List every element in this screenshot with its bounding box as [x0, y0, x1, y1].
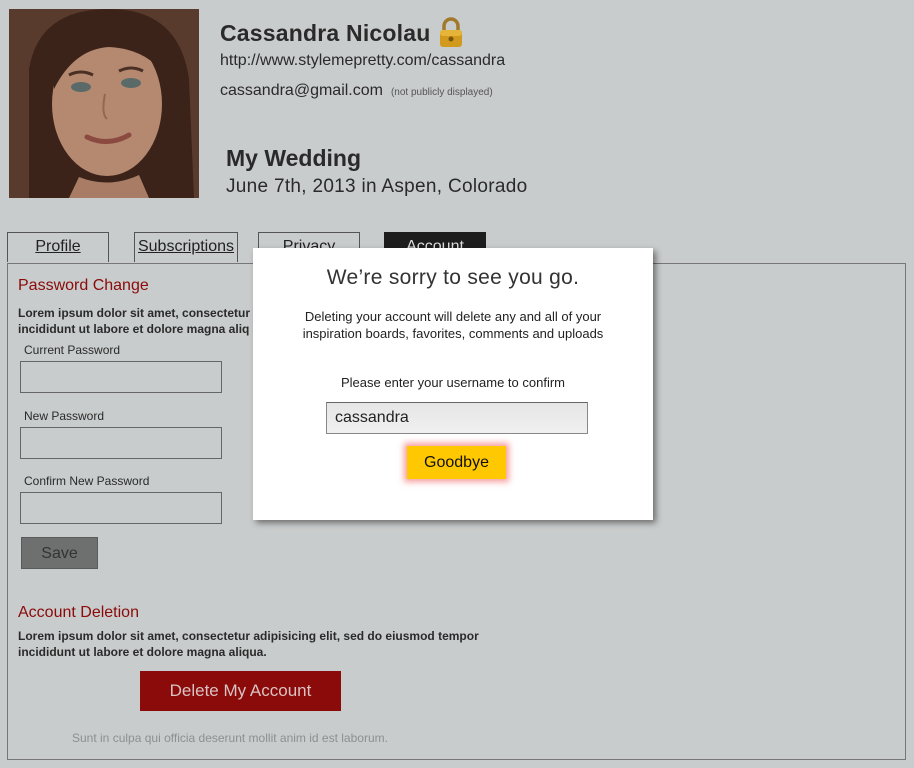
profile-email-row: cassandra@gmail.com (not publicly displa…	[220, 82, 493, 100]
tab-profile[interactable]: Profile	[7, 232, 109, 262]
tab-subscriptions[interactable]: Subscriptions	[134, 232, 238, 262]
current-password-label: Current Password	[24, 343, 121, 357]
goodbye-button[interactable]: Goodbye	[407, 446, 506, 479]
profile-url: http://www.stylemepretty.com/cassandra	[220, 52, 506, 69]
confirm-password-label: Confirm New Password	[24, 474, 150, 488]
confirm-password-field[interactable]	[20, 492, 222, 524]
new-password-label: New Password	[24, 409, 105, 423]
account-deletion-title: Account Deletion	[18, 604, 139, 621]
password-change-title: Password Change	[18, 277, 149, 294]
profile-name: Cassandra Nicolau	[220, 19, 431, 46]
tab-subscriptions-label: Subscriptions	[137, 238, 235, 255]
wedding-date: June 7th, 2013 in Aspen, Colorado	[226, 176, 528, 197]
password-change-desc-line1: Lorem ipsum dolor sit amet, consectetur …	[18, 306, 261, 320]
tab-profile-label: Profile	[35, 238, 81, 255]
delete-account-button[interactable]: Delete My Account	[140, 671, 341, 711]
modal-body-line2: inspiration boards, favorites, comments …	[302, 326, 604, 341]
wedding-title: My Wedding	[226, 145, 362, 171]
new-password-field[interactable]	[20, 427, 222, 459]
profile-photo	[9, 9, 199, 198]
modal-body: Deleting your account will delete any an…	[273, 308, 633, 342]
modal-prompt: Please enter your username to confirm	[341, 375, 565, 390]
username-confirm-input[interactable]: cassandra	[326, 402, 588, 434]
profile-email: cassandra@gmail.com	[220, 82, 383, 99]
modal-title: We’re sorry to see you go.	[326, 266, 580, 289]
modal-body-line1: Deleting your account will delete any an…	[304, 309, 602, 324]
account-deletion-footnote: Sunt in culpa qui officia deserunt molli…	[72, 731, 388, 745]
password-change-desc-line2: incididunt ut labore et dolore magna ali…	[18, 322, 250, 336]
lock-icon	[438, 17, 464, 49]
account-deletion-desc-line2: incididunt ut labore et dolore magna ali…	[18, 645, 267, 659]
profile-name-row: Cassandra Nicolau	[220, 16, 464, 50]
delete-confirmation-modal: We’re sorry to see you go. Deleting your…	[253, 248, 653, 520]
save-button[interactable]: Save	[21, 537, 98, 569]
account-settings-page: Cassandra Nicolau http://www.stylemepret…	[0, 0, 914, 768]
account-deletion-desc-line1: Lorem ipsum dolor sit amet, consectetur …	[18, 629, 479, 643]
email-privacy-note: (not publicly displayed)	[390, 87, 493, 98]
current-password-field[interactable]	[20, 361, 222, 393]
